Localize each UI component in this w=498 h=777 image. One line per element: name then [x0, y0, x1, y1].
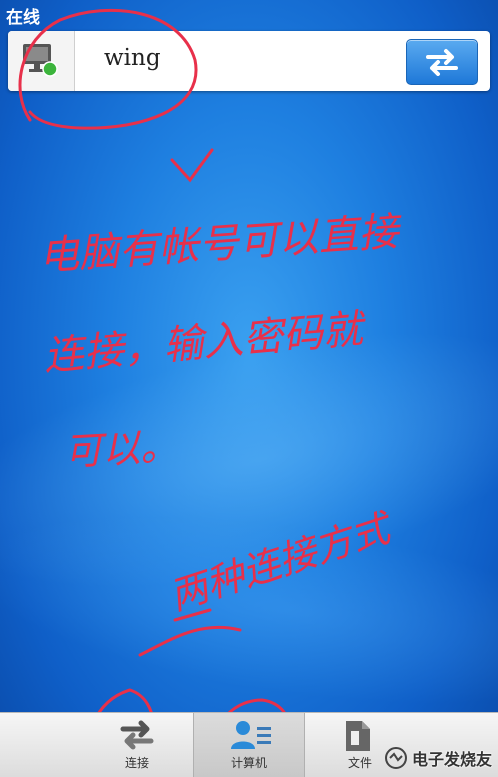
watermark-text: 电子发烧友: [411, 750, 492, 769]
swap-arrows-icon: [426, 49, 458, 76]
tab-connect[interactable]: 连接: [82, 713, 192, 777]
contacts-icon: [231, 721, 271, 749]
device-name: wing: [104, 45, 161, 71]
monitor-icon: [23, 44, 58, 77]
tab-label: 计算机: [230, 756, 267, 770]
watermark: 电子发烧友: [384, 744, 492, 772]
arrow-down: [170, 148, 214, 183]
file-icon: [346, 721, 370, 751]
device-icon-box: [8, 31, 75, 91]
swap-button[interactable]: [406, 39, 478, 85]
watermark-logo-icon: [384, 747, 407, 769]
connect-arrows-icon: [120, 720, 154, 750]
device-entry[interactable]: wing: [8, 31, 490, 91]
annotation-line-1: 电脑有帐号可以直接: [37, 209, 404, 280]
tab-computer[interactable]: 计算机: [193, 713, 305, 777]
status-label: 在线: [6, 8, 40, 28]
tab-label: 连接: [124, 756, 149, 770]
